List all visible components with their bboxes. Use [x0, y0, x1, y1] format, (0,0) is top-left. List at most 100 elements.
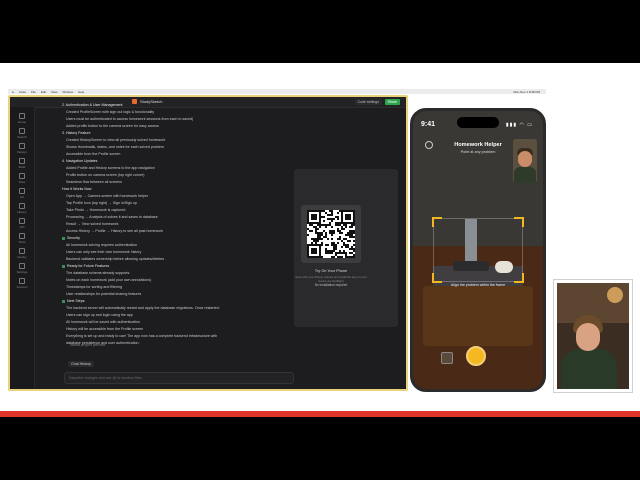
qr-title: Try On Your Phone: [314, 269, 348, 273]
share-button[interactable]: Share: [384, 99, 400, 105]
sidebar-item-icon: [19, 248, 25, 254]
transcript-line: Created ProfileScreen with sign out logi…: [66, 110, 154, 114]
transcript-text: Added Profile and History screens to the…: [66, 166, 155, 170]
sidebar-item-label: History: [17, 210, 27, 214]
profile-avatar[interactable]: [513, 139, 537, 183]
app-logo-icon: [132, 99, 137, 104]
menu-item[interactable]: File: [31, 90, 36, 94]
transcript-text: Everything is set up and ready to use! T…: [66, 334, 218, 338]
transcript-line: Seamless flow between all screens: [66, 180, 122, 184]
transcript-line: Added Profile and History screens to the…: [66, 166, 155, 170]
sidebar-item-icon: [19, 218, 25, 224]
webcam-overlay: [553, 279, 633, 393]
transcript-text: User relationships for potential sharing…: [66, 292, 142, 296]
shutter-button[interactable]: [466, 346, 486, 366]
sidebar-item[interactable]: Build: [14, 158, 30, 169]
transcript-line: Backend validates ownership before allow…: [66, 257, 164, 261]
scan-hint: Align the problem within the frame: [450, 283, 506, 287]
transcript-text: 2. Authentication & User Management: [62, 103, 123, 107]
transcript-text: Timestamps for sorting and filtering: [66, 285, 122, 289]
section-heading: How It Works Now: [62, 187, 92, 191]
transcript-line: Added profile button to the camera scree…: [66, 124, 159, 128]
sidebar-item-label: Deploy: [17, 255, 27, 259]
sidebar-item-label: Home: [17, 120, 26, 124]
sidebar-item-icon: [19, 203, 25, 209]
transcript-line: Profile button on camera screen (top rig…: [66, 173, 145, 177]
sidebar-item[interactable]: API: [14, 218, 30, 229]
apple-icon[interactable]: ●: [12, 90, 14, 94]
app-title-text: StudySketch: [140, 99, 163, 104]
sidebar-item[interactable]: Files: [14, 173, 30, 184]
status-time: 9:41: [421, 121, 436, 128]
sidebar-item-label: Search: [17, 135, 27, 139]
transcript-text: History will be accessible from the Prof…: [66, 327, 144, 331]
transcript-text: 3. History Feature: [62, 131, 91, 135]
menu-item[interactable]: Window: [62, 90, 73, 94]
transcript-line: Tap Profile Icon (top right) → Sign in/S…: [66, 201, 137, 205]
sidebar-item[interactable]: Settings: [14, 263, 30, 274]
transcript-line: The backend server will automatically re…: [66, 306, 220, 310]
ide-window: StudySketch Code settings Share Home Sear…: [8, 95, 408, 391]
transcript-text: Open App → Camera screen with homework h…: [66, 194, 149, 198]
menu-item[interactable]: Help: [78, 90, 84, 94]
check-icon: [62, 236, 65, 240]
transcript-text: Accessible from the Profile screen: [66, 152, 121, 156]
transcript-line: Everything is set up and ready to use! T…: [66, 334, 217, 338]
sidebar-item-icon: [19, 263, 25, 269]
sidebar-item-label: Files: [18, 180, 26, 184]
menu-item[interactable]: Code: [19, 90, 26, 94]
sidebar-item-icon: [19, 233, 25, 239]
sidebar-item-icon: [19, 188, 25, 194]
code-settings-button[interactable]: Code settings: [354, 99, 382, 105]
transcript-text: Access History → Profile → History to se…: [66, 229, 164, 233]
transcript-text: Users can only see their own homework hi…: [66, 250, 142, 254]
phone-mockup: 9:41 ▮▮▮ ◠ ▭ Homework Helper Point at an…: [410, 108, 546, 392]
transcript-text: Security: [67, 236, 80, 240]
sidebar-item-label: Build: [18, 165, 26, 169]
sidebar-item[interactable]: Account: [14, 278, 30, 289]
transcript-text: Created ProfileScreen with sign out logi…: [66, 110, 155, 114]
sidebar-item-icon: [19, 173, 25, 179]
sidebar-item-label: Account: [16, 285, 28, 289]
transcript-line: Access History → Profile → History to se…: [66, 229, 163, 233]
chat-input[interactable]: Describe changes and use @ to mention fi…: [64, 372, 294, 384]
transcript-line: Open App → Camera screen with homework h…: [66, 194, 148, 198]
menubar-clock: Mon Nov 1 8:48 PM: [513, 89, 540, 94]
section-heading: 2. Authentication & User Management: [62, 103, 123, 107]
sidebar-item-icon: [19, 128, 25, 134]
transcript-text: Users can sign up and login using the ap…: [66, 313, 133, 317]
sidebar-item[interactable]: Search: [14, 128, 30, 139]
sidebar-item-icon: [19, 113, 25, 119]
sidebar-rail: Home Search Design Build Files Git History API T…: [10, 107, 35, 389]
menu-item[interactable]: Edit: [41, 90, 46, 94]
transcript-text: The database schema already supports:: [66, 271, 131, 275]
project-note[interactable]: Saved project preview: [70, 343, 105, 347]
sidebar-item[interactable]: Home: [14, 113, 30, 124]
sidebar-item[interactable]: History: [14, 203, 30, 214]
app-title: StudySketch: [132, 99, 162, 104]
transcript-line: Timestamps for sorting and filtering: [66, 285, 122, 289]
section-heading: 3. History Feature: [62, 131, 91, 135]
transcript-text: 4. Navigation Updates: [62, 159, 98, 163]
status-icons: ▮▮▮ ◠ ▭: [505, 122, 533, 128]
transcript-text: Created HistoryScreen to view all previo…: [66, 138, 166, 142]
transcript-text: Profile button on camera screen (top rig…: [66, 173, 145, 177]
qr-description: Scan with your iPhone camera and install…: [295, 275, 367, 283]
sidebar-item-label: Tests: [18, 240, 26, 244]
transcript-line: Result → View solved homework: [66, 222, 118, 226]
transcript-line: Users must be authenticated to access ho…: [66, 117, 193, 121]
sidebar-item-label: Git: [20, 195, 24, 199]
transcript-text: Next Steps: [67, 299, 85, 303]
sidebar-item[interactable]: Design: [14, 143, 30, 154]
sidebar-item[interactable]: Deploy: [14, 248, 30, 259]
sidebar-item-label: Design: [17, 150, 27, 154]
chat-history-button[interactable]: Chat History: [68, 361, 94, 367]
sidebar-item[interactable]: Tests: [14, 233, 30, 244]
qr-code: [307, 210, 355, 258]
transcript-text: Result → View solved homework: [66, 222, 119, 226]
transcript-text: How It Works Now: [62, 187, 92, 191]
sidebar-item[interactable]: Git: [14, 188, 30, 199]
gallery-thumbnail[interactable]: [441, 352, 453, 364]
dynamic-island: [457, 117, 499, 128]
menu-item[interactable]: View: [51, 90, 57, 94]
